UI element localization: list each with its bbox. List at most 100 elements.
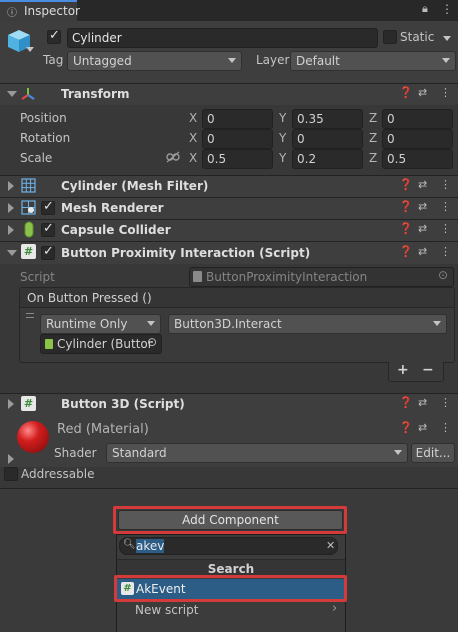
target-object-value: Cylinder (Buttor (57, 337, 153, 351)
target-picker-icon[interactable]: ⊙ (147, 335, 157, 349)
mesh-filter-icon (21, 178, 36, 193)
layer-dropdown[interactable]: Default (290, 51, 456, 71)
preset-icon[interactable]: ⇄ (418, 200, 427, 213)
rotation-z-field[interactable]: 0 (382, 129, 453, 149)
rotation-y-field[interactable]: 0 (292, 129, 363, 149)
position-z-label: Z (369, 111, 378, 125)
help-icon[interactable]: ❓ (399, 222, 413, 235)
help-icon[interactable]: ❓ (399, 200, 413, 213)
shader-dropdown[interactable]: Standard (106, 443, 408, 463)
component-menu-icon[interactable]: ⋮ (440, 178, 451, 191)
preset-icon[interactable]: ⇄ (418, 421, 427, 434)
help-icon[interactable]: ❓ (399, 178, 413, 191)
shader-label: Shader (54, 446, 97, 460)
scale-x-field[interactable]: 0.5 (202, 149, 273, 169)
add-component-label: Add Component (182, 513, 279, 527)
component-menu-icon[interactable]: ⋮ (440, 396, 451, 409)
material-name: Red (Material) (57, 422, 149, 437)
static-dropdown-arrow[interactable] (443, 36, 451, 41)
mesh-renderer-icon (21, 200, 36, 215)
button3d-foldout[interactable] (8, 399, 14, 409)
rotation-y-label: Y (279, 131, 287, 145)
static-label: Static (400, 30, 435, 44)
transform-foldout[interactable] (7, 91, 17, 97)
position-x-label: X (189, 111, 198, 125)
add-listener-button[interactable]: + (397, 362, 409, 378)
proximity-script-enabled-checkbox[interactable] (41, 244, 55, 260)
script-file-icon (193, 271, 202, 282)
position-x-field[interactable]: 0 (202, 109, 273, 129)
drag-handle-icon[interactable] (26, 313, 34, 318)
position-y-label: Y (279, 111, 287, 125)
shader-edit-label: Edit... (415, 446, 451, 460)
runtime-dropdown[interactable]: Runtime Only (40, 314, 161, 334)
proximity-script-title: Button Proximity Interaction (Script) (61, 246, 311, 260)
transform-title: Transform (61, 87, 130, 101)
capsule-collider-enabled-checkbox[interactable] (41, 221, 55, 237)
add-component-button[interactable]: Add Component (118, 510, 343, 530)
scale-z-field[interactable]: 0.5 (382, 149, 453, 169)
preset-icon[interactable]: ⇄ (418, 178, 427, 191)
scale-z-label: Z (369, 151, 378, 165)
help-icon[interactable]: ❓ (399, 86, 413, 99)
addressable-label: Addressable (21, 467, 95, 481)
runtime-value: Runtime Only (46, 317, 128, 331)
component-menu-icon[interactable]: ⋮ (440, 86, 451, 99)
button3d-title: Button 3D (Script) (61, 397, 185, 411)
scale-x-label: X (189, 151, 198, 165)
rotation-x-field[interactable]: 0 (202, 129, 273, 149)
mesh-renderer-title: Mesh Renderer (61, 201, 164, 215)
function-dropdown[interactable]: Button3D.Interact (168, 314, 447, 334)
component-menu-icon[interactable]: ⋮ (440, 222, 451, 235)
component-search-field[interactable]: akev (119, 537, 338, 555)
scale-y-label: Y (279, 151, 287, 165)
rotation-z-label: Z (369, 131, 378, 145)
preset-icon[interactable]: ⇄ (418, 396, 427, 409)
preset-icon[interactable]: ⇄ (418, 245, 427, 258)
preset-icon[interactable]: ⇄ (418, 222, 427, 235)
remove-listener-button[interactable]: − (422, 362, 434, 378)
help-icon[interactable]: ❓ (399, 421, 413, 434)
mesh-filter-title: Cylinder (Mesh Filter) (61, 179, 209, 193)
active-checkbox[interactable] (47, 28, 61, 44)
preset-icon[interactable]: ⇄ (418, 86, 427, 99)
event-title: On Button Pressed () (27, 291, 152, 305)
component-menu-icon[interactable]: ⋮ (440, 421, 451, 434)
position-y-field[interactable]: 0.35 (292, 109, 363, 129)
shader-edit-button[interactable]: Edit... (411, 443, 455, 463)
position-z-field[interactable]: 0 (382, 109, 453, 129)
icon-dropdown-arrow[interactable] (26, 47, 34, 52)
addressable-checkbox[interactable] (4, 467, 18, 481)
mesh-renderer-enabled-checkbox[interactable] (41, 199, 55, 215)
mesh-renderer-foldout[interactable] (8, 203, 14, 213)
name-field[interactable]: Cylinder (67, 28, 378, 48)
capsule-collider-foldout[interactable] (8, 225, 14, 235)
lock-icon[interactable]: 🔒︎ (422, 2, 428, 16)
script-icon: # (21, 396, 36, 411)
position-label: Position (20, 111, 67, 125)
help-icon[interactable]: ❓ (399, 245, 413, 258)
clear-search-icon[interactable]: ✕ (326, 539, 335, 552)
proximity-script-foldout[interactable] (7, 250, 17, 256)
component-search-value: akev (136, 539, 165, 553)
function-value: Button3D.Interact (174, 317, 282, 331)
mesh-filter-foldout[interactable] (8, 181, 14, 191)
target-object-icon (45, 339, 53, 349)
component-menu-icon[interactable]: ⋮ (440, 200, 451, 213)
more-options-icon[interactable]: ⋮ (441, 2, 453, 16)
static-checkbox[interactable] (383, 30, 397, 44)
help-icon[interactable]: ❓ (399, 396, 413, 409)
capsule-collider-title: Capsule Collider (61, 223, 171, 237)
script-value: ButtonProximityInteraction (206, 270, 368, 284)
constrain-proportions-icon[interactable] (166, 151, 180, 163)
tab-inspector[interactable]: ⓘ Inspector (0, 0, 80, 21)
material-foldout[interactable] (8, 454, 14, 464)
scale-label: Scale (20, 151, 53, 165)
transform-icon (21, 88, 35, 100)
tag-dropdown[interactable]: Untagged (67, 51, 242, 71)
script-field: ButtonProximityInteraction (189, 267, 454, 287)
script-icon: # (21, 244, 36, 259)
component-menu-icon[interactable]: ⋮ (440, 245, 451, 258)
target-object-field[interactable]: Cylinder (Buttor (40, 334, 162, 354)
scale-y-field[interactable]: 0.2 (292, 149, 363, 169)
